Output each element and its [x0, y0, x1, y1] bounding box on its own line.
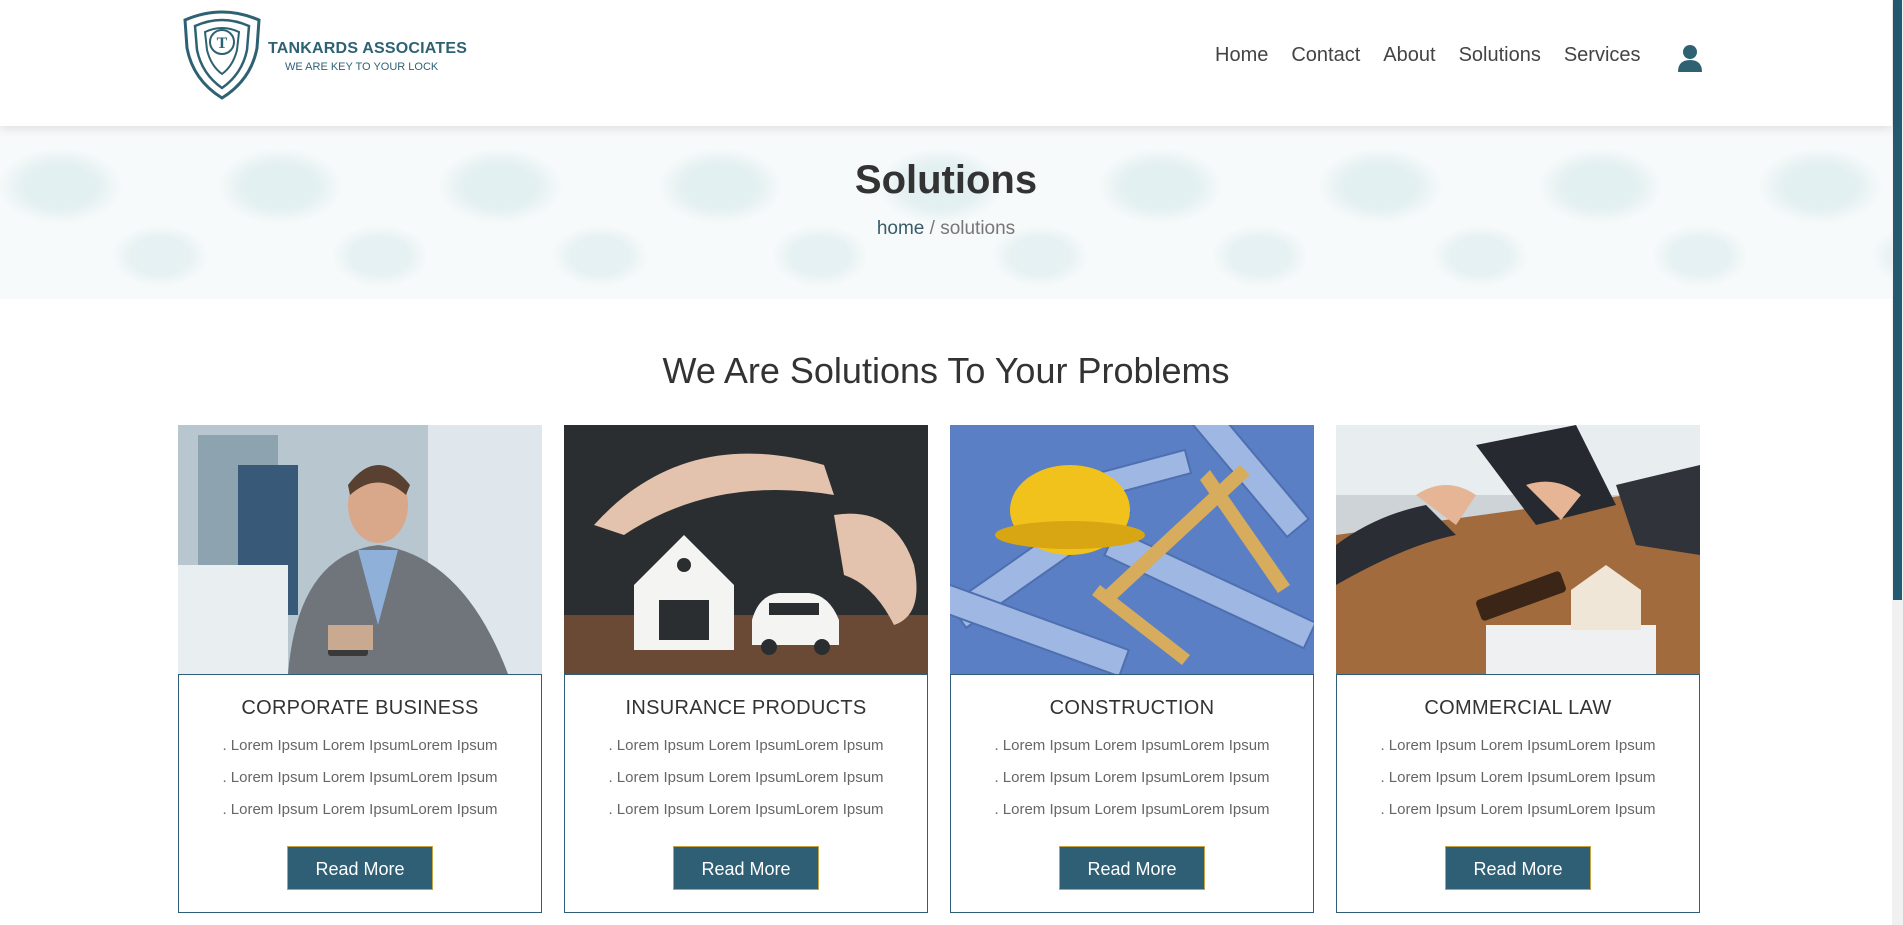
page-title: Solutions	[854, 158, 1038, 202]
breadcrumb-separator: /	[924, 218, 941, 239]
breadcrumb: home / solutions	[0, 218, 1892, 240]
solution-card-construction: CONSTRUCTION . Lorem Ipsum Lorem IpsumLo…	[950, 425, 1314, 913]
card-body: CONSTRUCTION . Lorem Ipsum Lorem IpsumLo…	[950, 674, 1314, 913]
breadcrumb-home-link[interactable]: home	[877, 218, 925, 239]
user-icon[interactable]	[1677, 44, 1703, 72]
section-title: We Are Solutions To Your Problems	[662, 350, 1230, 391]
card-text-line: . Lorem Ipsum Lorem IpsumLorem Ipsum	[994, 801, 1270, 818]
card-text-line: . Lorem Ipsum Lorem IpsumLorem Ipsum	[994, 769, 1270, 786]
breadcrumb-current: solutions	[940, 218, 1016, 239]
card-image-businessman	[178, 425, 542, 674]
nav-solutions[interactable]: Solutions	[1459, 44, 1541, 67]
card-image-insurance	[564, 425, 928, 674]
nav-services[interactable]: Services	[1564, 44, 1641, 67]
card-text-line: . Lorem Ipsum Lorem IpsumLorem Ipsum	[222, 801, 498, 818]
card-text-line: . Lorem Ipsum Lorem IpsumLorem Ipsum	[608, 737, 884, 754]
card-text-line: . Lorem Ipsum Lorem IpsumLorem Ipsum	[1380, 769, 1656, 786]
card-text-line: . Lorem Ipsum Lorem IpsumLorem Ipsum	[608, 801, 884, 818]
card-title: COMMERCIAL LAW	[1424, 697, 1612, 719]
card-title: CONSTRUCTION	[1049, 697, 1215, 719]
card-text-line: . Lorem Ipsum Lorem IpsumLorem Ipsum	[1380, 737, 1656, 754]
solution-card-insurance: INSURANCE PRODUCTS . Lorem Ipsum Lorem I…	[564, 425, 928, 913]
card-text-line: . Lorem Ipsum Lorem IpsumLorem Ipsum	[608, 769, 884, 786]
read-more-button[interactable]: Read More	[1445, 846, 1591, 890]
solution-card-corporate: CORPORATE BUSINESS . Lorem Ipsum Lorem I…	[178, 425, 542, 913]
card-text-line: . Lorem Ipsum Lorem IpsumLorem Ipsum	[222, 769, 498, 786]
main-nav: Home Contact About Solutions Services	[1215, 44, 1664, 67]
card-text-line: . Lorem Ipsum Lorem IpsumLorem Ipsum	[222, 737, 498, 754]
read-more-button[interactable]: Read More	[1059, 846, 1205, 890]
logo-tagline: WE ARE KEY TO YOUR LOCK	[285, 61, 439, 73]
card-title: CORPORATE BUSINESS	[241, 697, 479, 719]
hero-banner	[0, 126, 1892, 299]
nav-about[interactable]: About	[1383, 44, 1435, 67]
logo-title: TANKARDS ASSOCIATES	[268, 40, 468, 57]
card-body: COMMERCIAL LAW . Lorem Ipsum Lorem Ipsum…	[1336, 674, 1700, 913]
card-text-line: . Lorem Ipsum Lorem IpsumLorem Ipsum	[1380, 801, 1656, 818]
site-header: T TANKARDS ASSOCIATES WE ARE KEY TO YOUR…	[0, 0, 1892, 126]
card-image-construction	[950, 425, 1314, 674]
card-image-handshake	[1336, 425, 1700, 674]
card-text-line: . Lorem Ipsum Lorem IpsumLorem Ipsum	[994, 737, 1270, 754]
solution-card-commercial-law: COMMERCIAL LAW . Lorem Ipsum Lorem Ipsum…	[1336, 425, 1700, 913]
card-body: INSURANCE PRODUCTS . Lorem Ipsum Lorem I…	[564, 674, 928, 913]
scrollbar-thumb[interactable]	[1893, 0, 1902, 600]
read-more-button[interactable]: Read More	[673, 846, 819, 890]
card-title: INSURANCE PRODUCTS	[625, 697, 867, 719]
card-body: CORPORATE BUSINESS . Lorem Ipsum Lorem I…	[178, 674, 542, 913]
read-more-button[interactable]: Read More	[287, 846, 433, 890]
nav-home[interactable]: Home	[1215, 44, 1268, 67]
nav-contact[interactable]: Contact	[1291, 44, 1360, 67]
svg-text:T: T	[217, 35, 228, 52]
